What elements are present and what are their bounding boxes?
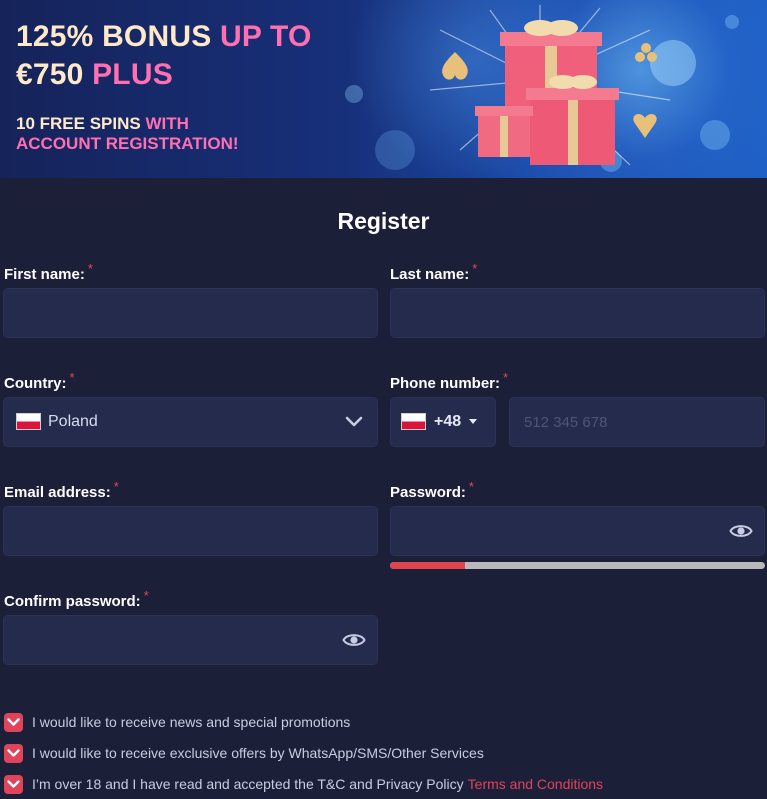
check-icon	[7, 749, 20, 757]
password-strength-meter	[390, 562, 765, 569]
required-mark: *	[113, 479, 119, 494]
gift-boxes-illustration	[429, 5, 671, 166]
phone-number-field[interactable]: 512 345 678	[509, 397, 765, 447]
required-mark: *	[472, 261, 478, 276]
consent-offers-row: I would like to receive exclusive offers…	[4, 743, 484, 763]
headline-upto-text: UP TO	[219, 20, 312, 53]
first-name-field[interactable]	[3, 288, 378, 338]
country-label: Country: *	[4, 370, 75, 392]
last-name-field[interactable]	[390, 288, 765, 338]
required-mark: *	[468, 479, 474, 494]
consent-terms-text: I’m over 18 and I have read and accepted…	[32, 776, 464, 792]
last-name-label-text: Last name:	[390, 266, 470, 283]
caret-down-icon	[469, 419, 477, 424]
consent-terms-checkbox[interactable]	[4, 774, 23, 794]
check-icon	[7, 780, 20, 788]
last-name-label: Last name: *	[390, 261, 477, 283]
phone-number-label-text: Phone number:	[390, 375, 501, 392]
email-label: Email address: *	[4, 479, 119, 501]
password-label: Password: *	[390, 479, 474, 501]
confirm-password-label: Confirm password: *	[4, 588, 149, 610]
chevron-down-icon[interactable]	[344, 415, 364, 429]
confirm-password-label-text: Confirm password:	[4, 593, 141, 610]
phone-number-label: Phone number: *	[390, 370, 508, 392]
bonus-headline: 125% BONUS UP TO €750 PLUS	[16, 18, 312, 94]
first-name-label: First name: *	[4, 261, 93, 283]
register-title: Register	[337, 208, 430, 234]
eye-icon[interactable]	[729, 522, 753, 540]
password-strength-fill	[390, 562, 465, 569]
check-icon	[7, 718, 20, 726]
consent-news-text: I would like to receive news and special…	[32, 714, 351, 730]
headline-bonus-text: 125% BONUS	[16, 20, 212, 53]
country-label-text: Country:	[4, 375, 67, 392]
required-mark: *	[143, 588, 149, 603]
required-mark: *	[87, 261, 93, 276]
promo-banner: 125% BONUS UP TO €750 PLUS 10 FREE SPINS…	[0, 0, 767, 178]
consent-terms-row: I’m over 18 and I have read and accepted…	[4, 774, 603, 794]
email-label-text: Email address:	[4, 484, 111, 501]
headline-amount-text: €750	[16, 58, 84, 91]
consent-offers-checkbox[interactable]	[4, 743, 23, 763]
confirm-password-field[interactable]	[3, 615, 378, 665]
with-text: WITH	[145, 114, 189, 133]
free-spins-text: 10 FREE SPINS	[16, 114, 141, 133]
email-field[interactable]	[3, 506, 378, 556]
country-select[interactable]: Poland	[3, 397, 378, 447]
poland-flag	[401, 413, 426, 430]
poland-flag	[16, 413, 41, 430]
consent-news-row: I would like to receive news and special…	[4, 712, 350, 732]
eye-icon[interactable]	[342, 631, 366, 649]
required-mark: *	[69, 370, 75, 385]
password-label-text: Password:	[390, 484, 466, 501]
account-registration-text: ACCOUNT REGISTRATION!	[16, 134, 239, 153]
terms-and-conditions-link[interactable]: Terms and Conditions	[468, 776, 603, 792]
required-mark: *	[503, 370, 509, 385]
phone-number-placeholder: 512 345 678	[524, 414, 608, 431]
free-spins-subline: 10 FREE SPINS WITH ACCOUNT REGISTRATION!	[16, 114, 239, 154]
consent-offers-text: I would like to receive exclusive offers…	[32, 745, 484, 761]
phone-code-value: +48	[434, 413, 462, 430]
country-value: Poland	[48, 413, 98, 430]
first-name-label-text: First name:	[4, 266, 85, 283]
consent-news-checkbox[interactable]	[4, 712, 23, 732]
phone-code-select[interactable]: +48	[390, 397, 496, 447]
headline-plus-text: PLUS	[92, 58, 173, 91]
password-field[interactable]	[390, 506, 765, 556]
